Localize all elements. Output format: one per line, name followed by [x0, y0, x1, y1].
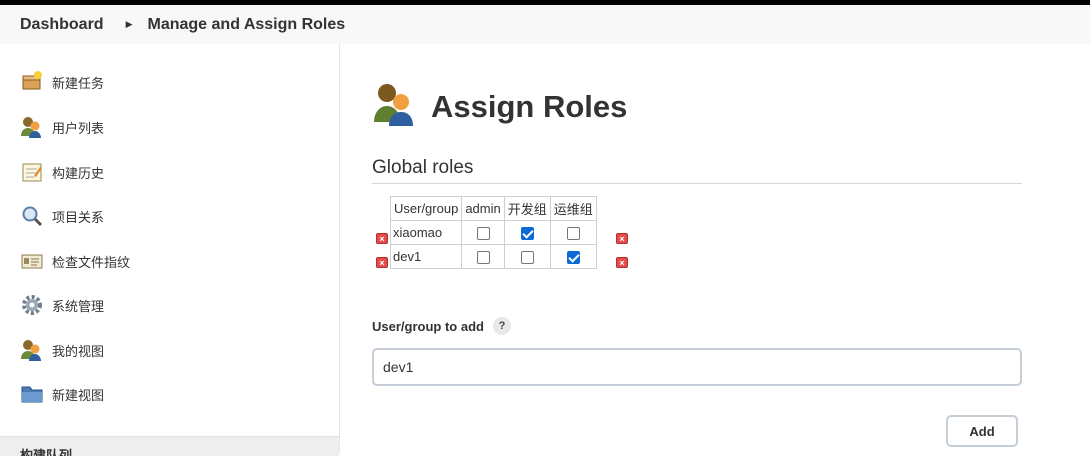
page-title: Assign Roles: [373, 82, 627, 131]
sidebar-item-fingerprint[interactable]: 检查文件指纹: [20, 248, 130, 274]
users-icon: [20, 338, 44, 362]
delete-row-icon[interactable]: ×: [616, 257, 628, 268]
user-group-to-add-label: User/group to add ?: [372, 317, 511, 335]
notepad-icon: [20, 160, 44, 184]
sidebar-item-project-relationship[interactable]: 项目关系: [20, 203, 104, 229]
sidebar-item-label: 项目关系: [52, 209, 105, 225]
delete-row-icon[interactable]: ×: [376, 257, 388, 268]
page-heading: Assign Roles: [431, 88, 628, 124]
sidebar-item-build-history[interactable]: 构建历史: [20, 159, 104, 185]
delete-row-icon[interactable]: ×: [376, 233, 388, 244]
role-checkbox[interactable]: [566, 251, 580, 265]
folder-icon: [20, 382, 44, 406]
column-header-dev-group: 开发组: [503, 196, 551, 221]
assign-roles-icon: [373, 82, 417, 131]
role-checkbox[interactable]: [520, 227, 534, 241]
sidebar-item-new-item[interactable]: 新建任务: [20, 69, 104, 95]
user-cell: dev1: [389, 244, 463, 269]
sidebar-item-label: 用户列表: [52, 120, 105, 136]
column-header-user-group: User/group: [389, 196, 463, 221]
sidebar-item-label: 构建历史: [52, 165, 105, 181]
users-icon: [20, 115, 44, 139]
role-checkbox[interactable]: [520, 251, 534, 265]
table-row: xiaomao: [389, 220, 597, 245]
sidebar-item-label: 新建视图: [52, 387, 105, 403]
sidebar-item-label: 新建任务: [52, 75, 105, 91]
role-cell: [461, 220, 505, 245]
fingerprint-icon: [20, 249, 44, 273]
add-button[interactable]: Add: [946, 415, 1018, 447]
gear-icon: [20, 293, 44, 317]
main-content: Assign Roles Global roles User/group adm…: [340, 44, 1090, 453]
breadcrumb-dashboard[interactable]: Dashboard: [20, 16, 104, 34]
build-queue-header[interactable]: 构建队列: [0, 436, 339, 456]
user-group-input[interactable]: [372, 348, 1022, 386]
user-cell: xiaomao: [389, 220, 463, 245]
sidebar-item-label: 我的视图: [52, 343, 105, 359]
help-icon[interactable]: ?: [492, 317, 511, 335]
role-cell: [549, 220, 597, 245]
global-roles-heading: Global roles: [372, 157, 1022, 184]
delete-row-icon[interactable]: ×: [616, 233, 628, 244]
sidebar-item-my-views[interactable]: 我的视图: [20, 337, 104, 363]
sidebar-item-new-view[interactable]: 新建视图: [20, 381, 104, 407]
column-header-ops-group: 运维组: [549, 196, 597, 221]
role-cell: [503, 220, 551, 245]
role-checkbox[interactable]: [566, 227, 580, 241]
role-checkbox[interactable]: [476, 251, 490, 265]
sidebar-item-label: 检查文件指纹: [52, 254, 131, 270]
breadcrumb-separator-icon: ▶: [125, 19, 133, 29]
new-item-icon: [20, 70, 44, 94]
role-cell: [549, 244, 597, 269]
sidebar-item-manage[interactable]: 系统管理: [20, 292, 104, 318]
role-cell: [461, 244, 505, 269]
table-header-row: User/group admin 开发组 运维组: [389, 196, 597, 221]
table-row: dev1: [389, 244, 597, 269]
search-icon: [20, 204, 44, 228]
breadcrumb-current[interactable]: Manage and Assign Roles: [148, 16, 346, 34]
sidebar: 新建任务 用户列表 构建历史 项目关系 检查文件指纹 系统管理 我的视图 新建视…: [0, 44, 340, 456]
role-cell: [503, 244, 551, 269]
user-group-to-add-text: User/group to add: [372, 318, 484, 334]
breadcrumb: Dashboard ▶ Manage and Assign Roles: [0, 5, 1090, 44]
column-header-admin: admin: [461, 196, 505, 221]
global-roles-table: User/group admin 开发组 运维组 xiaomao dev1: [389, 196, 597, 269]
sidebar-item-label: 系统管理: [52, 298, 105, 314]
sidebar-item-users[interactable]: 用户列表: [20, 114, 104, 140]
role-checkbox[interactable]: [476, 227, 490, 241]
